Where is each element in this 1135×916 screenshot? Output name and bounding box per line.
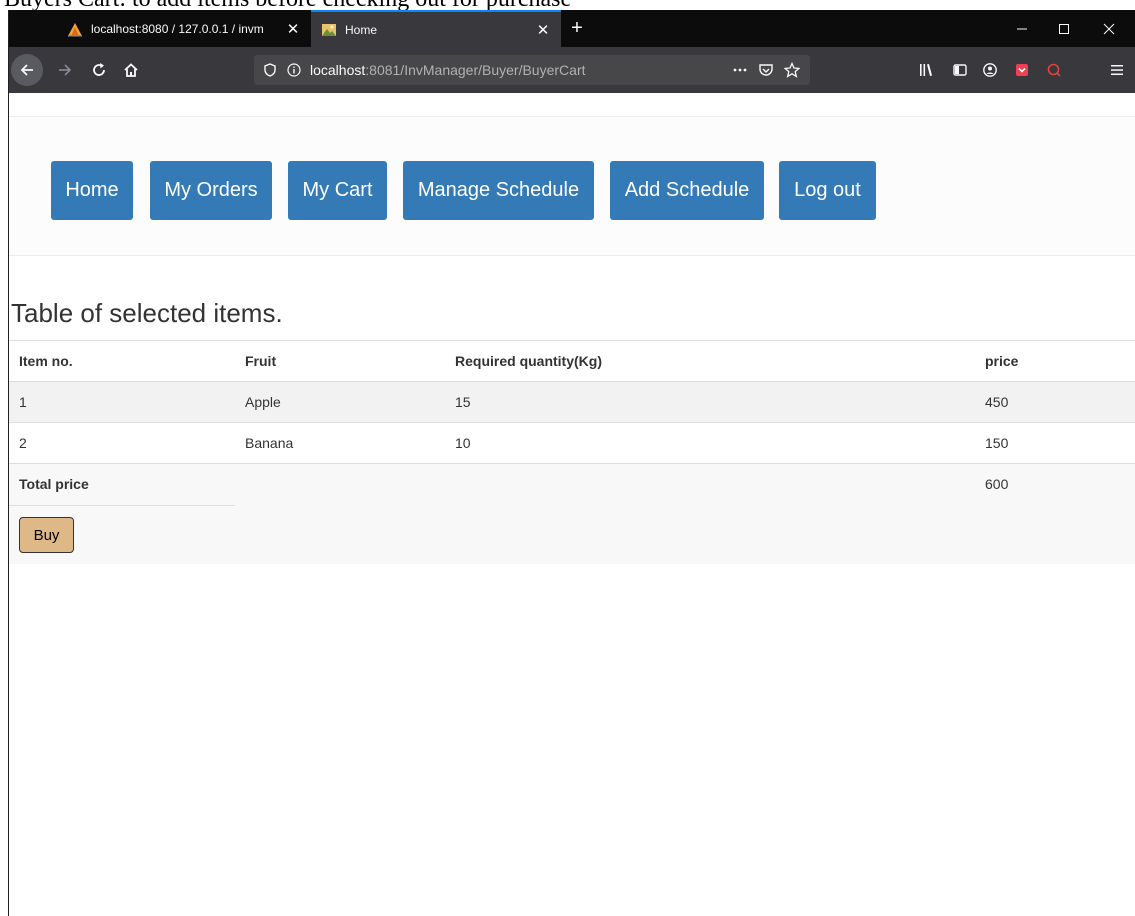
- item-no-cell: 1: [19, 394, 27, 410]
- browser-window: localhost:8080 / 127.0.0.1 / invm ✕ Home…: [8, 10, 1135, 916]
- shield-icon[interactable]: [260, 60, 280, 80]
- page-actions-ellipsis-icon[interactable]: [730, 60, 750, 80]
- buy-button[interactable]: Buy: [19, 517, 74, 553]
- nav-manage-schedule-button[interactable]: Manage Schedule: [403, 161, 594, 220]
- forward-arrow-icon[interactable]: [49, 54, 81, 86]
- tab-title: localhost:8080 / 127.0.0.1 / invm: [91, 21, 264, 36]
- total-label: Total price: [19, 476, 89, 492]
- back-arrow-icon[interactable]: [11, 54, 43, 86]
- pocket-icon[interactable]: [756, 60, 776, 80]
- table-row: 2 Banana 10 150: [9, 422, 1135, 463]
- price-cell: 450: [985, 394, 1009, 410]
- window-close-icon[interactable]: [1089, 10, 1129, 47]
- info-icon[interactable]: [284, 60, 304, 80]
- hamburger-menu-icon[interactable]: [1101, 54, 1133, 86]
- new-tab-plus-icon[interactable]: +: [565, 16, 589, 40]
- item-no-cell: 2: [19, 435, 27, 451]
- url-bar[interactable]: localhost:8081/InvManager/Buyer/BuyerCar…: [254, 55, 810, 85]
- url-path: :8081/InvManager/Buyer/BuyerCart: [365, 62, 586, 78]
- account-icon[interactable]: [974, 54, 1006, 86]
- nav-toolbar: localhost:8081/InvManager/Buyer/BuyerCar…: [9, 47, 1135, 93]
- nav-my-cart-button[interactable]: My Cart: [288, 161, 387, 220]
- nav-home-button[interactable]: Home: [51, 161, 133, 220]
- url-text: localhost:8081/InvManager/Buyer/BuyerCar…: [310, 62, 586, 78]
- price-cell: 150: [985, 435, 1009, 451]
- minimize-icon[interactable]: [1002, 10, 1042, 47]
- column-header: Required quantity(Kg): [455, 353, 602, 369]
- page-title: Table of selected items.: [11, 298, 283, 328]
- fruit-cell: Banana: [245, 435, 294, 451]
- phpmyadmin-sail-icon: [67, 21, 83, 37]
- tab-home[interactable]: Home ✕: [311, 10, 561, 47]
- table-row: 1 Apple 15 450: [9, 381, 1135, 422]
- fruit-cell: Apple: [245, 394, 281, 410]
- pocket-extension-icon[interactable]: [1006, 54, 1038, 86]
- main-nav-panel: Home My Orders My Cart Manage Schedule A…: [9, 116, 1135, 256]
- page-content: Home My Orders My Cart Manage Schedule A…: [9, 93, 1135, 916]
- close-icon[interactable]: ✕: [281, 17, 305, 41]
- nav-add-schedule-button[interactable]: Add Schedule: [610, 161, 764, 220]
- maximize-icon[interactable]: [1044, 10, 1084, 47]
- nav-logout-button[interactable]: Log out: [779, 161, 876, 220]
- quantity-cell: 10: [455, 435, 471, 451]
- sidebar-icon[interactable]: [944, 54, 976, 86]
- table-header-row: Item no. Fruit Required quantity(Kg) pri…: [9, 340, 1135, 381]
- home-icon[interactable]: [115, 54, 147, 86]
- column-header: price: [985, 353, 1019, 369]
- tab-title: Home: [345, 22, 378, 37]
- tab-phpmyadmin[interactable]: localhost:8080 / 127.0.0.1 / invm ✕: [57, 10, 311, 47]
- column-header: Fruit: [245, 353, 277, 369]
- column-header: Item no.: [19, 353, 73, 369]
- bookmark-star-icon[interactable]: [782, 60, 802, 80]
- divider: [9, 505, 235, 506]
- library-icon[interactable]: [910, 54, 942, 86]
- nav-my-orders-button[interactable]: My Orders: [150, 161, 272, 220]
- reload-icon[interactable]: [83, 54, 115, 86]
- cart-table: Item no. Fruit Required quantity(Kg) pri…: [9, 340, 1135, 564]
- tab-strip: localhost:8080 / 127.0.0.1 / invm ✕ Home…: [9, 10, 1135, 47]
- quantity-cell: 15: [455, 394, 471, 410]
- close-icon[interactable]: ✕: [531, 18, 555, 42]
- url-host: localhost: [310, 62, 366, 78]
- search-extension-icon[interactable]: [1038, 54, 1070, 86]
- total-row: Total price 600: [9, 463, 1135, 504]
- total-value: 600: [985, 476, 1009, 492]
- page-image-icon: [321, 22, 337, 38]
